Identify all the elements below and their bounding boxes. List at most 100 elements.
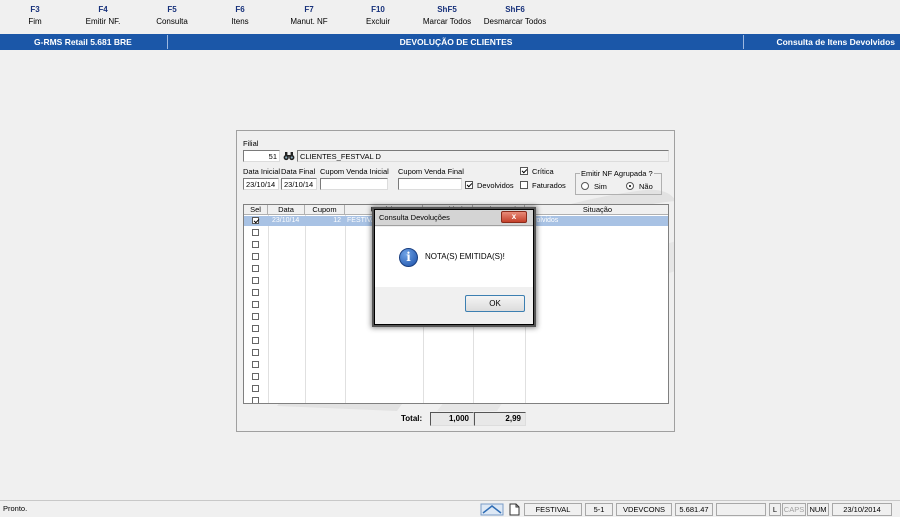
row-select-checkbox[interactable]: [252, 337, 259, 344]
agrupada-nao-label: Não: [639, 182, 653, 191]
column-header-situacao[interactable]: Situação: [525, 205, 668, 215]
faturados-label: Faturados: [532, 181, 566, 190]
critica-checkbox[interactable]: [520, 167, 528, 175]
cupom-final-label: Cupom Venda Final: [398, 167, 464, 176]
status-date: 23/10/2014: [832, 503, 892, 516]
row-select-checkbox[interactable]: [252, 265, 259, 272]
row-select-checkbox[interactable]: [252, 289, 259, 296]
app-version: G-RMS Retail 5.681 BRE: [34, 37, 132, 47]
row-select-checkbox[interactable]: [252, 277, 259, 284]
status-program: VDEVCONS: [616, 503, 672, 516]
data-inicial-label: Data Inicial: [243, 167, 281, 176]
key-label: F3: [30, 5, 40, 14]
key-label: F10: [371, 5, 385, 14]
critica-label: Crítica: [532, 167, 554, 176]
toolbar-desmarcar-todos-button[interactable]: ShF6 Desmarcar Todos: [480, 4, 550, 28]
agrupada-sim-radio[interactable]: [581, 182, 589, 190]
data-inicial-input[interactable]: 23/10/14: [243, 178, 279, 190]
status-l: L: [769, 503, 781, 516]
title-bar: G-RMS Retail 5.681 BRE DEVOLUÇÃO DE CLIE…: [0, 34, 900, 50]
total-valor: 2,99: [474, 412, 526, 426]
status-text: Pronto.: [3, 504, 28, 513]
status-terminal: 5-1: [585, 503, 613, 516]
devolvidos-checkbox[interactable]: [465, 181, 473, 189]
row-select-checkbox[interactable]: [252, 349, 259, 356]
status-num: NUM: [807, 503, 829, 516]
key-label: F7: [304, 5, 314, 14]
screen-title: DEVOLUÇÃO DE CLIENTES: [399, 37, 513, 47]
status-bar: Pronto. FESTIVAL 5-1 VDEVCONS 5.681.47 L…: [0, 500, 900, 517]
action-label: Emitir NF.: [85, 17, 121, 26]
status-caps: CAPS: [782, 503, 806, 516]
action-label: Marcar Todos: [422, 17, 472, 26]
dialog-message: NOTA(S) EMITIDA(S)!: [425, 252, 505, 261]
faturados-checkbox[interactable]: [520, 181, 528, 189]
row-select-checkbox[interactable]: [252, 313, 259, 320]
grid-line: [268, 215, 269, 403]
cell-usuario: FESTIVA: [347, 217, 376, 224]
column-header-cupom[interactable]: Cupom: [305, 205, 345, 215]
status-version: 5.681.47: [675, 503, 713, 516]
cell-data: 23/10/14: [272, 217, 300, 224]
row-select-checkbox[interactable]: [252, 241, 259, 248]
cupom-final-input[interactable]: [398, 178, 462, 190]
agrupada-sim-label: Sim: [594, 182, 607, 191]
column-header-sel[interactable]: Sel: [244, 205, 268, 215]
toolbar-itens-button[interactable]: F6 Itens: [205, 4, 275, 28]
action-label: Excluir: [365, 17, 390, 26]
action-label: Manut. NF: [290, 17, 328, 26]
row-select-checkbox[interactable]: [252, 301, 259, 308]
key-label: F4: [98, 5, 108, 14]
action-label: Itens: [231, 17, 249, 26]
total-label: Total:: [401, 414, 423, 423]
key-label: F6: [235, 5, 245, 14]
action-label: Consulta: [156, 17, 188, 26]
toolbar-excluir-button[interactable]: F10 Excluir: [343, 4, 413, 28]
toolbar-manut-nf-button[interactable]: F7 Manut. NF: [274, 4, 344, 28]
grid-line: [345, 215, 346, 403]
consulta-devolucoes-dialog: Consulta Devoluções x i NOTA(S) EMITIDA(…: [374, 209, 534, 325]
row-select-checkbox[interactable]: [252, 325, 259, 332]
cell-cupom: 12: [333, 217, 341, 224]
total-quantidade: 1,000: [430, 412, 474, 426]
action-label: Fim: [28, 17, 42, 26]
agrupada-nao-radio[interactable]: [626, 182, 634, 190]
action-label: Desmarcar Todos: [483, 17, 547, 26]
cell-situacao: volvidos: [533, 217, 559, 224]
cupom-inicial-input[interactable]: [320, 178, 388, 190]
key-label: ShF6: [505, 5, 525, 14]
toolbar-consulta-button[interactable]: F5 Consulta: [137, 4, 207, 28]
row-select-checkbox[interactable]: [252, 361, 259, 368]
key-label: F5: [167, 5, 177, 14]
row-select-checkbox[interactable]: [252, 397, 259, 403]
row-select-checkbox[interactable]: [252, 373, 259, 380]
title-separator: [743, 35, 744, 49]
row-select-checkbox[interactable]: [252, 253, 259, 260]
function-key-toolbar: F3 Fim F4 Emitir NF. F5 Consulta F6 Iten…: [0, 0, 900, 34]
cupom-inicial-label: Cupom Venda Inicial: [320, 167, 389, 176]
dialog-close-button[interactable]: x: [501, 211, 527, 223]
close-icon: x: [511, 212, 517, 221]
screen-context: Consulta de Itens Devolvidos: [776, 37, 895, 47]
information-icon: i: [399, 248, 418, 267]
column-header-data[interactable]: Data: [268, 205, 305, 215]
data-final-label: Data Final: [281, 167, 316, 176]
row-select-checkbox[interactable]: [252, 217, 259, 224]
binoculars-search-icon[interactable]: [283, 150, 295, 162]
toolbar-fim-button[interactable]: F3 Fim: [0, 4, 70, 28]
key-label: ShF5: [437, 5, 457, 14]
network-icon: [480, 503, 504, 516]
toolbar-marcar-todos-button[interactable]: ShF5 Marcar Todos: [412, 4, 482, 28]
row-select-checkbox[interactable]: [252, 229, 259, 236]
ok-button[interactable]: OK: [465, 295, 525, 312]
filial-label: Filial: [243, 139, 259, 148]
devolvidos-label: Devolvidos: [477, 181, 514, 190]
dialog-body: i NOTA(S) EMITIDA(S)!: [375, 227, 533, 287]
row-select-checkbox[interactable]: [252, 385, 259, 392]
filial-input[interactable]: 51: [243, 150, 280, 162]
status-empty-pane: [716, 503, 766, 516]
data-final-input[interactable]: 23/10/14: [281, 178, 317, 190]
filial-name-field: CLIENTES_FESTVAL D: [297, 150, 669, 162]
toolbar-emitir-nf-button[interactable]: F4 Emitir NF.: [68, 4, 138, 28]
nf-agrupada-label: Emitir NF Agrupada ?: [580, 169, 654, 178]
